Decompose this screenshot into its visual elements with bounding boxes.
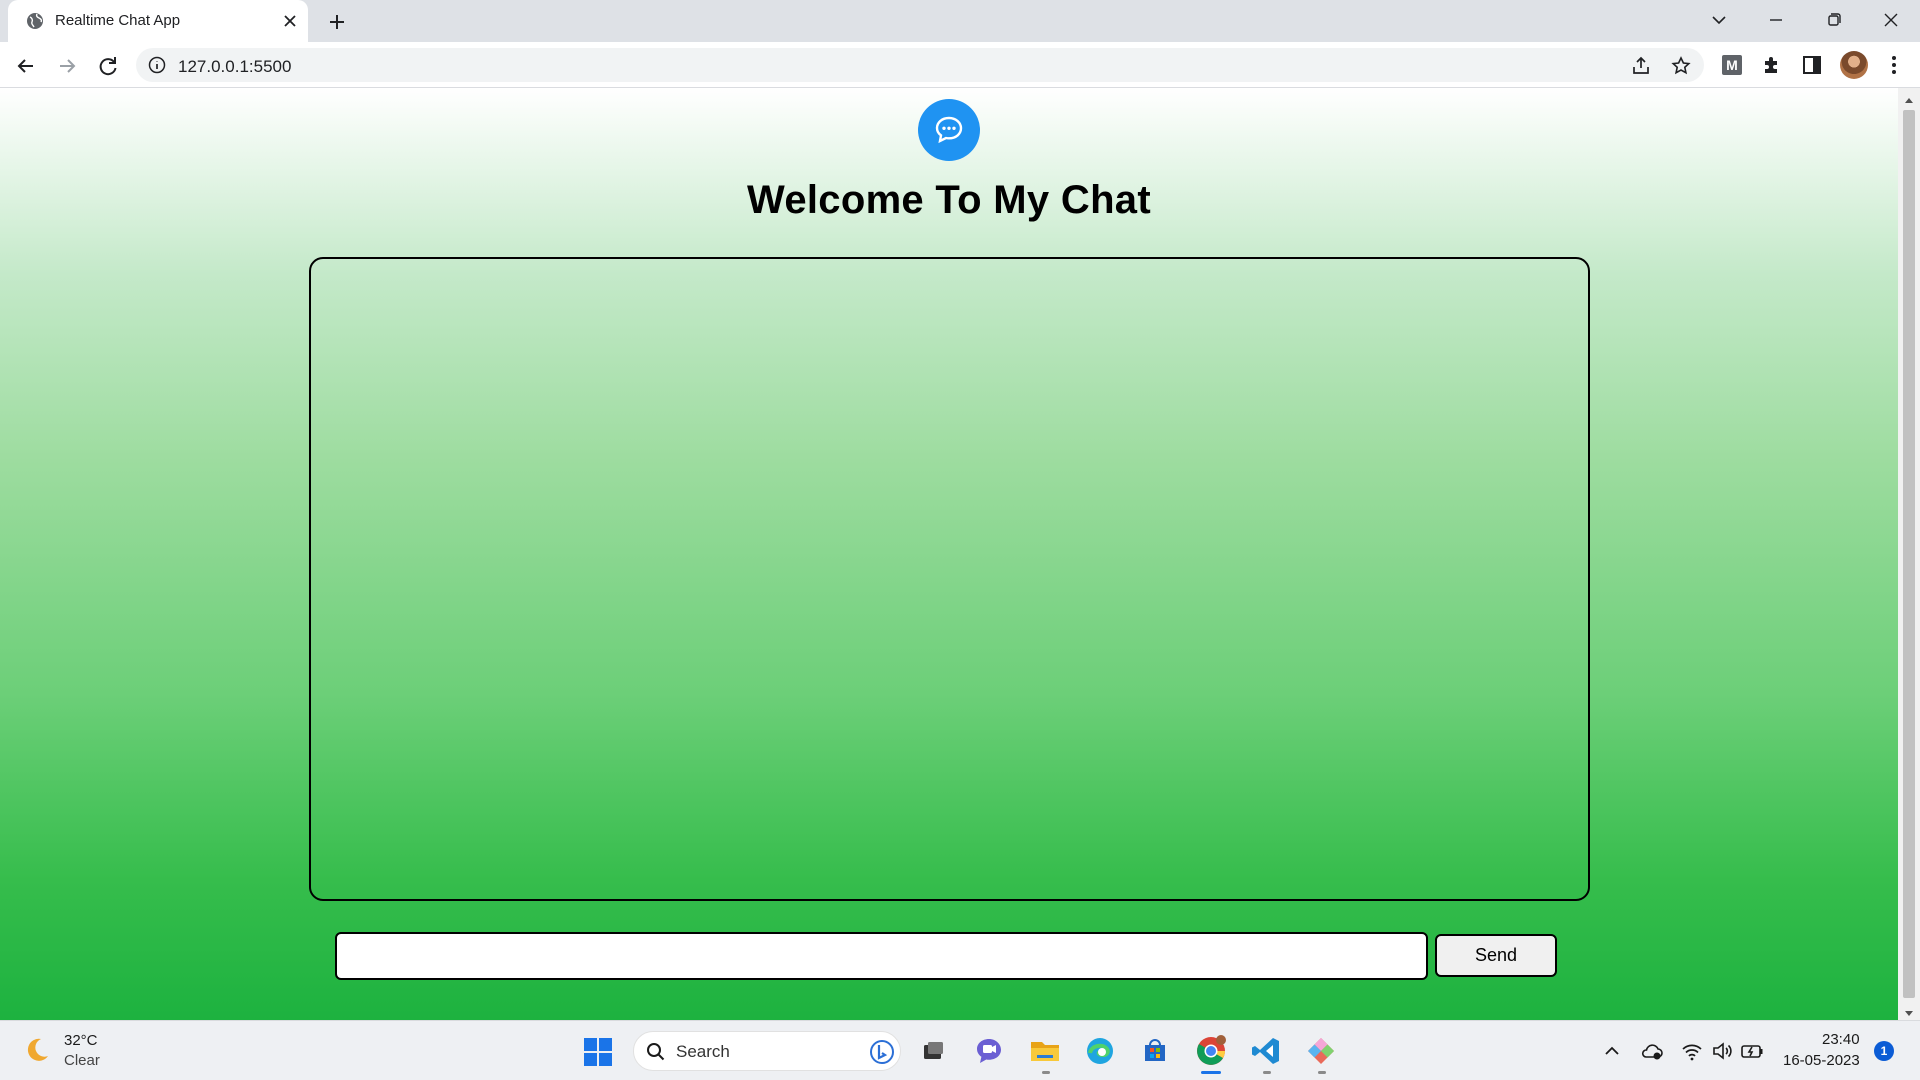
- forward-arrow-icon[interactable]: [53, 52, 81, 80]
- search-icon: [646, 1042, 666, 1062]
- new-tab-icon[interactable]: [325, 10, 349, 34]
- battery-charging-icon[interactable]: [1740, 1039, 1764, 1063]
- edge-browser-icon[interactable]: [1082, 1033, 1118, 1069]
- weather-condition[interactable]: Clear: [64, 1052, 100, 1069]
- extension-m-icon[interactable]: M: [1720, 53, 1744, 77]
- profile-avatar[interactable]: [1840, 51, 1868, 79]
- vscode-running-indicator: [1263, 1071, 1271, 1074]
- chat-messages-box: [309, 257, 1590, 901]
- minimize-icon[interactable]: [1762, 8, 1790, 32]
- bookmark-star-icon[interactable]: [1670, 55, 1692, 77]
- tab-search-chevron-icon[interactable]: [1705, 8, 1733, 32]
- moon-icon[interactable]: [22, 1035, 52, 1065]
- extensions-puzzle-icon[interactable]: [1760, 53, 1784, 77]
- windows-taskbar: 32°C Clear Search 23:40 16-05-2023 1: [0, 1020, 1920, 1080]
- close-window-icon[interactable]: [1877, 8, 1905, 32]
- volume-icon[interactable]: [1710, 1039, 1734, 1063]
- bing-icon[interactable]: [869, 1039, 895, 1065]
- scroll-up-arrow-icon[interactable]: [1903, 92, 1915, 103]
- tab-title: Realtime Chat App: [55, 12, 181, 29]
- page-viewport: Welcome To My Chat Send: [0, 88, 1898, 1020]
- file-explorer-running-indicator: [1042, 1071, 1050, 1074]
- vscode-icon[interactable]: [1248, 1033, 1284, 1069]
- message-input[interactable]: [335, 932, 1428, 980]
- extension-m-letter: M: [1726, 57, 1738, 73]
- git-tool-icon[interactable]: [1303, 1033, 1339, 1069]
- globe-icon: [26, 12, 44, 30]
- send-button[interactable]: Send: [1435, 934, 1557, 977]
- address-bar[interactable]: 127.0.0.1:5500: [136, 48, 1704, 82]
- reload-icon[interactable]: [94, 52, 122, 80]
- chat-bubbles-icon: [918, 99, 980, 161]
- page-scrollbar[interactable]: [1898, 88, 1920, 1020]
- side-panel-icon[interactable]: [1800, 53, 1824, 77]
- more-menu-icon[interactable]: [1882, 53, 1906, 77]
- browser-toolbar: 127.0.0.1:5500 M: [0, 42, 1920, 88]
- file-explorer-icon[interactable]: [1027, 1033, 1063, 1069]
- taskbar-search-label: Search: [676, 1042, 730, 1061]
- wifi-icon[interactable]: [1680, 1039, 1704, 1063]
- weather-temperature[interactable]: 32°C: [64, 1032, 98, 1049]
- microsoft-store-icon[interactable]: [1137, 1033, 1173, 1069]
- url-text: 127.0.0.1:5500: [178, 57, 292, 76]
- task-view-icon[interactable]: [915, 1033, 951, 1069]
- back-arrow-icon[interactable]: [12, 52, 40, 80]
- browser-tab-bar: Realtime Chat App: [0, 0, 1920, 42]
- share-icon[interactable]: [1630, 55, 1652, 77]
- close-tab-icon[interactable]: [280, 11, 300, 31]
- onedrive-cloud-icon[interactable]: [1640, 1039, 1664, 1063]
- git-tool-running-indicator: [1318, 1071, 1326, 1074]
- taskbar-search-box[interactable]: Search: [633, 1031, 901, 1071]
- page-title: Welcome To My Chat: [747, 178, 1151, 222]
- notification-badge[interactable]: 1: [1874, 1041, 1894, 1061]
- chrome-active-indicator: [1201, 1071, 1221, 1074]
- restore-icon[interactable]: [1820, 8, 1848, 32]
- clock-date[interactable]: 16-05-2023: [1783, 1052, 1860, 1069]
- show-hidden-icons-chevron-icon[interactable]: [1600, 1039, 1624, 1063]
- clock-time[interactable]: 23:40: [1822, 1031, 1860, 1048]
- teams-chat-icon[interactable]: [971, 1033, 1007, 1069]
- windows-start-icon[interactable]: [583, 1037, 613, 1067]
- scrollbar-thumb[interactable]: [1903, 110, 1915, 998]
- scroll-down-arrow-icon[interactable]: [1903, 1006, 1915, 1016]
- chrome-icon[interactable]: [1193, 1033, 1229, 1069]
- browser-tab[interactable]: Realtime Chat App: [8, 0, 308, 42]
- site-info-icon[interactable]: [148, 56, 166, 74]
